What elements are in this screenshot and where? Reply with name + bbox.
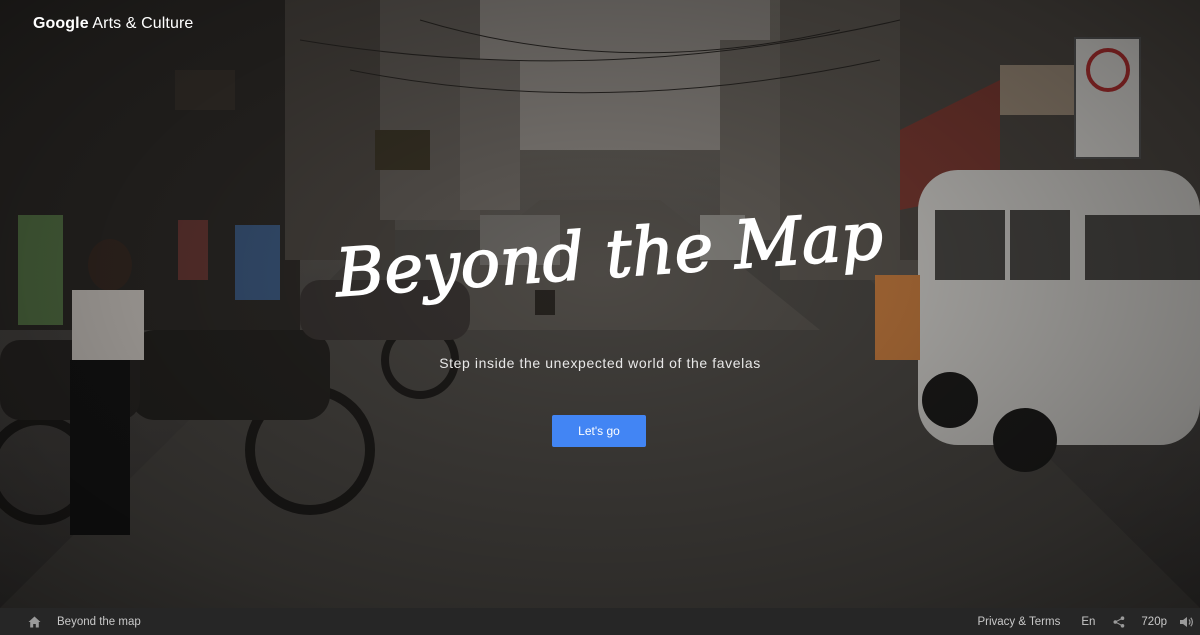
hero-subtitle: Step inside the unexpected world of the … [439,355,761,371]
logo-product-text: Arts & Culture [92,15,194,32]
hero-title-text: Beyond the Map [332,197,886,312]
share-icon[interactable] [1113,615,1125,628]
hero-background: Google Arts & Culture Beyond the Map Ste… [0,0,1200,608]
volume-icon[interactable] [1179,616,1194,628]
breadcrumb-link[interactable]: Beyond the map [57,616,141,628]
hero-title: Beyond the Map [331,196,886,313]
footer-bar: Beyond the map Privacy & Terms En 720p [0,608,1200,635]
language-selector[interactable]: En [1081,616,1095,628]
privacy-terms-link[interactable]: Privacy & Terms [977,616,1060,628]
home-icon[interactable] [28,616,41,628]
lets-go-button[interactable]: Let's go [552,415,646,447]
google-arts-culture-logo[interactable]: Google Arts & Culture [33,15,193,35]
quality-selector[interactable]: 720p [1141,616,1167,628]
logo-google-text: Google [33,15,89,32]
